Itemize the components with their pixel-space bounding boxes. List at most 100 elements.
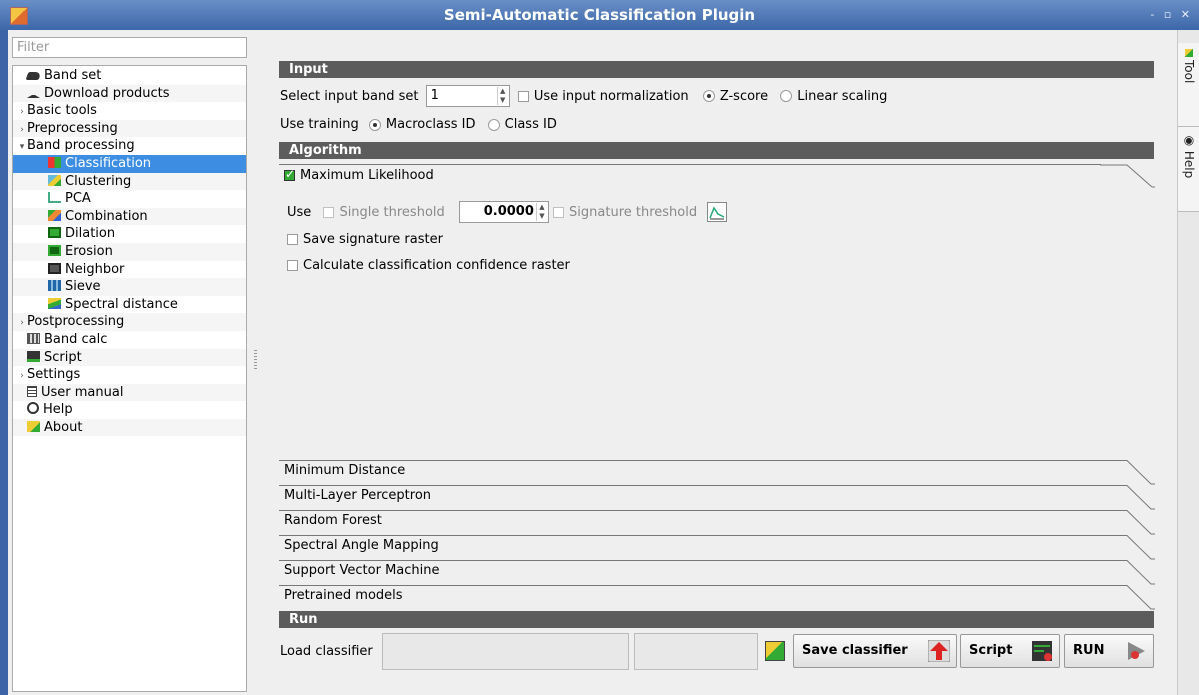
single-threshold-checkbox[interactable] (323, 206, 335, 218)
tree-item-band-processing[interactable]: ▾ Band processing (13, 137, 246, 155)
band-set-spinbox[interactable]: 1 ▲ ▼ (425, 85, 510, 107)
tree-item-user-manual[interactable]: User manual (13, 383, 246, 402)
algorithm-tab-random-forest[interactable]: Random Forest (284, 513, 382, 528)
clustering-icon (48, 174, 61, 186)
confidence-checkbox[interactable] (287, 260, 298, 271)
tree-item-label: Band set (44, 68, 102, 83)
tree-item-basic-tools[interactable]: › Basic tools (13, 102, 246, 120)
zscore-radio[interactable] (702, 90, 715, 102)
load-classifier-icon[interactable] (765, 641, 785, 661)
classification-icon (48, 156, 61, 168)
tree-item-neighbor[interactable]: Neighbor (13, 261, 246, 279)
algorithm-tab-spectral-angle-mapping[interactable]: Spectral Angle Mapping (284, 538, 439, 553)
tree-item-preprocessing[interactable]: › Preprocessing (13, 119, 246, 138)
tree-item-classification[interactable]: Classification (13, 154, 246, 173)
save-classifier-label: Save classifier (802, 643, 908, 658)
tree-item-combination[interactable]: Combination (13, 207, 246, 226)
band-set-value: 1 (430, 88, 439, 103)
download-icon (27, 88, 40, 98)
about-icon (27, 420, 40, 432)
tab-corner (1113, 585, 1155, 610)
tree-item-label: Erosion (65, 243, 113, 259)
algorithm-tab-minimum-distance[interactable]: Minimum Distance (284, 463, 405, 478)
tab-line (279, 460, 1114, 461)
ml-tab-corner (1100, 164, 1155, 188)
save-signature-checkbox[interactable] (287, 234, 298, 245)
single-threshold-label: Single threshold (339, 204, 445, 220)
tab-corner (1113, 535, 1155, 560)
class-id-radio[interactable] (487, 118, 500, 131)
dilation-icon (48, 227, 61, 239)
save-signature-row: Save signature raster (287, 232, 443, 247)
tab-line (279, 560, 1114, 561)
script-icon (1032, 641, 1052, 661)
spin-arrows-icon[interactable]: ▲ ▼ (496, 87, 508, 105)
ml-tab-header[interactable]: Maximum Likelihood (284, 167, 434, 183)
threshold-spinbox[interactable]: 0.0000 ▲ ▼ (458, 201, 549, 223)
tool-tab-icon (1185, 49, 1193, 57)
tree-item-script[interactable]: Script (13, 348, 246, 367)
tree-item-label: Basic tools (27, 103, 97, 119)
manual-icon (27, 385, 37, 397)
tab-corner (1113, 560, 1155, 585)
tab-line (279, 510, 1114, 511)
sieve-icon (48, 280, 61, 292)
tree-item-band-set[interactable]: Band set (13, 67, 246, 85)
tree-item-download-products[interactable]: Download products (13, 84, 246, 103)
tab-corner (1113, 510, 1155, 535)
macroclass-radio[interactable] (368, 118, 381, 131)
tab-help[interactable]: ◉ Help (1178, 127, 1199, 212)
tab-tool[interactable]: Tool (1178, 43, 1199, 127)
ml-checkbox[interactable] (284, 167, 295, 181)
window-title: Semi-Automatic Classification Plugin (443, 6, 756, 24)
tree-item-label: User manual (41, 384, 124, 400)
linear-scaling-label: Linear scaling (797, 88, 888, 104)
tree-item-postprocessing[interactable]: › Postprocessing (13, 313, 246, 331)
filter-input[interactable] (12, 37, 247, 58)
tree-item-settings[interactable]: › Settings (13, 366, 246, 384)
tree-item-about[interactable]: About (13, 418, 246, 437)
tree-item-label: Clustering (65, 173, 132, 189)
threshold-value: 0.0000 (483, 204, 534, 219)
signature-threshold-checkbox[interactable] (553, 206, 565, 218)
signature-threshold-chart-icon[interactable] (707, 202, 728, 222)
ml-title: Maximum Likelihood (300, 168, 434, 183)
normalization-checkbox[interactable] (517, 90, 529, 102)
window-left-border (0, 30, 8, 695)
linear-scaling-radio[interactable] (780, 90, 793, 102)
tree-item-pca[interactable]: PCA (13, 190, 246, 208)
training-row: Use training Macroclass ID Class ID (280, 117, 557, 132)
confidence-row: Calculate classification confidence rast… (287, 258, 570, 273)
threshold-row: Use Single threshold 0.0000 ▲ ▼ Signature… (287, 201, 728, 223)
tree-item-label: Classification (65, 155, 152, 171)
confidence-label: Calculate classification confidence rast… (303, 258, 570, 273)
algorithm-tab-pretrained-models[interactable]: Pretrained models (284, 588, 403, 603)
tree-item-spectral-distance[interactable]: Spectral distance (13, 296, 246, 314)
tree-item-label: Preprocessing (27, 120, 118, 136)
tree-item-label: Band calc (44, 331, 108, 347)
tree-item-dilation[interactable]: Dilation (13, 225, 246, 243)
tree-item-erosion[interactable]: Erosion (13, 242, 246, 261)
save-classifier-button[interactable]: Save classifier (793, 634, 957, 668)
tree-item-help[interactable]: Help (13, 401, 246, 419)
window-controls[interactable]: - ▫ ✕ (1150, 8, 1193, 21)
tree-item-label: Script (44, 349, 82, 365)
signature-threshold-label: Signature threshold (569, 204, 698, 220)
tool-tab-label: Tool (1182, 60, 1196, 84)
tree-item-sieve[interactable]: Sieve (13, 278, 246, 296)
tree-item-label: Spectral distance (65, 296, 178, 312)
tree-item-clustering[interactable]: Clustering (13, 172, 246, 191)
script-button[interactable]: Script (960, 634, 1060, 668)
band-set-label: Select input band set (280, 88, 419, 104)
panel-splitter[interactable] (254, 350, 257, 370)
tree-item-label: Download products (44, 85, 170, 101)
spin-arrows-icon[interactable]: ▲ ▼ (535, 203, 547, 221)
band-calc-icon (27, 332, 40, 344)
run-button[interactable]: RUN (1064, 634, 1154, 668)
neighbor-icon (48, 262, 61, 274)
algorithm-tab-multi-layer-perceptron[interactable]: Multi-Layer Perceptron (284, 488, 431, 503)
tab-corner (1113, 485, 1155, 510)
tree-item-band-calc[interactable]: Band calc (13, 331, 246, 349)
save-signature-label: Save signature raster (303, 232, 443, 247)
algorithm-tab-support-vector-machine[interactable]: Support Vector Machine (284, 563, 440, 578)
